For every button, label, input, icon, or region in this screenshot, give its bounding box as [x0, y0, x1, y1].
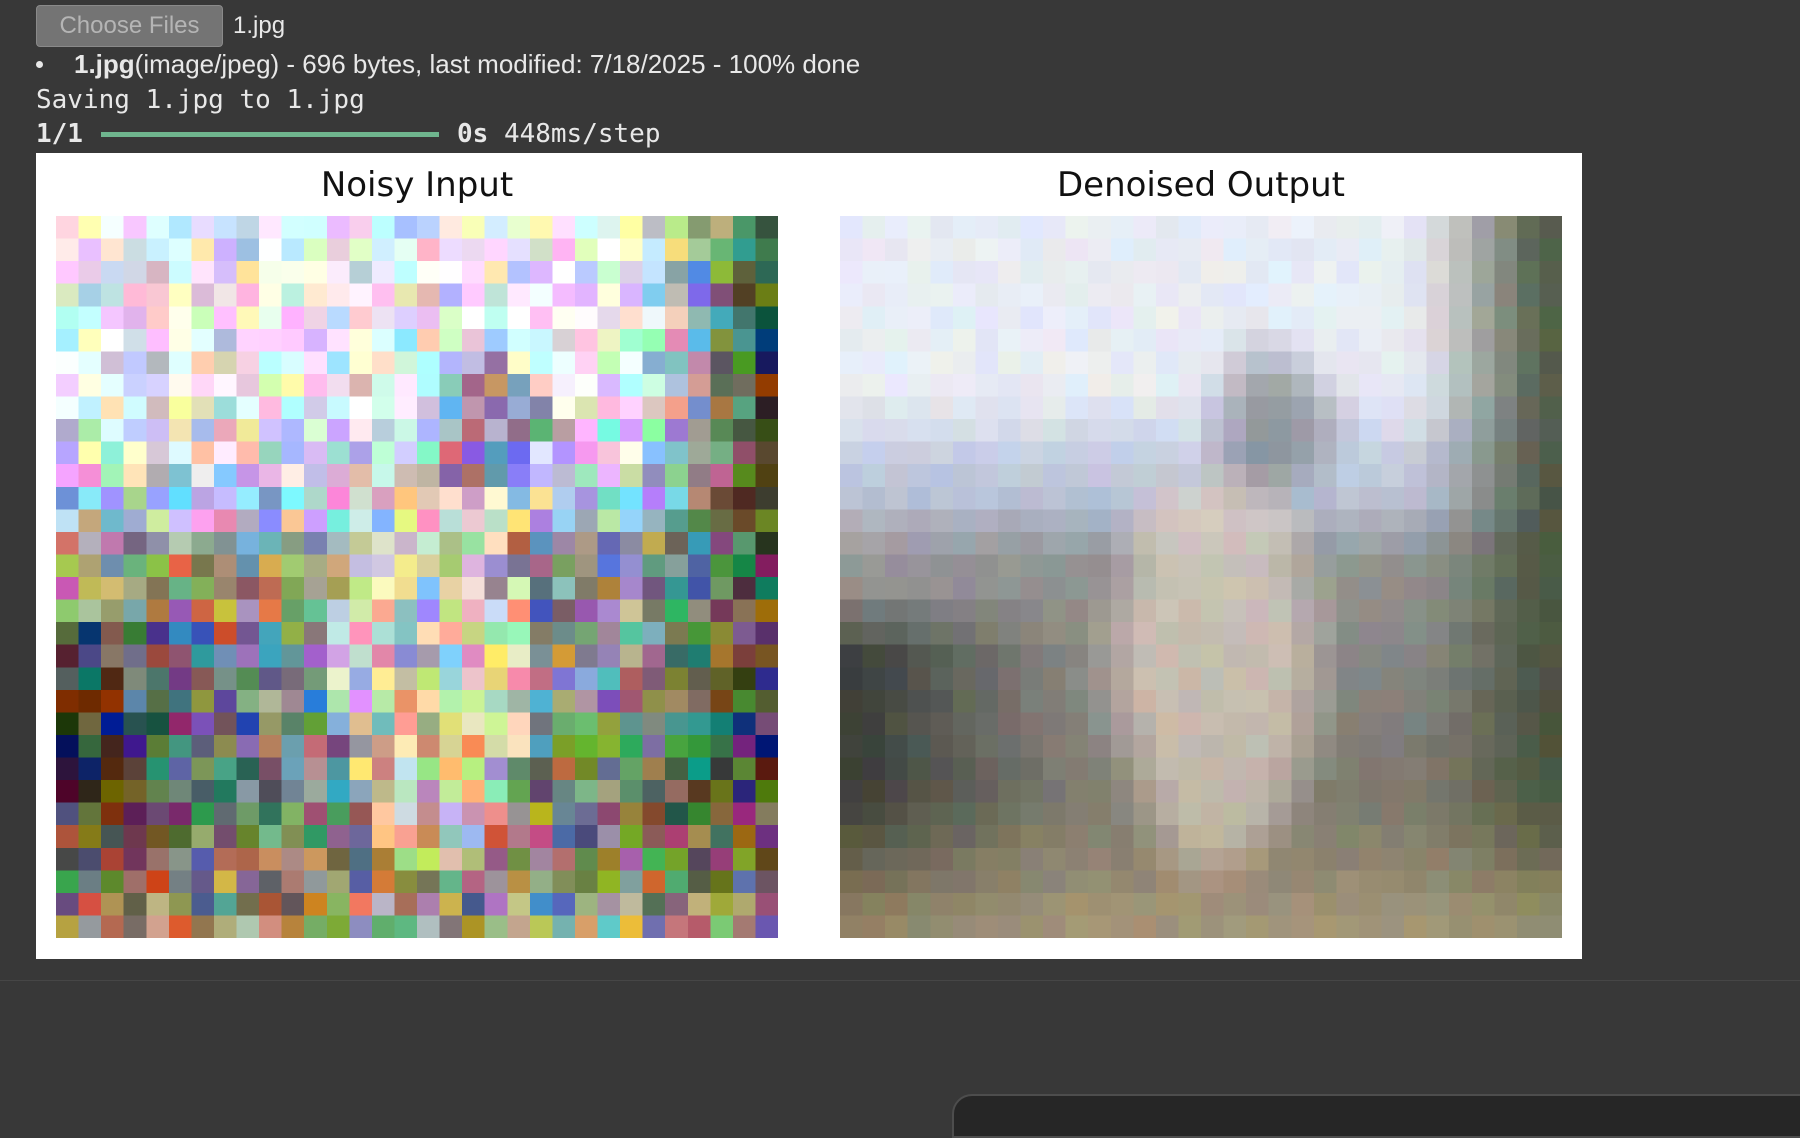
output-divider — [0, 980, 1800, 981]
denoised-output-image — [840, 216, 1562, 938]
selected-file-name: 1.jpg — [233, 12, 286, 39]
floating-panel — [952, 1094, 1800, 1138]
file-upload-row: Choose Files 1.jpg — [36, 4, 285, 48]
prediction-progress-line: 1/1 0s 448ms/step — [36, 116, 660, 152]
uploaded-files-list: 1.jpg(image/jpeg) - 696 bytes, last modi… — [36, 46, 860, 82]
uploaded-file-details: (image/jpeg) - 696 bytes, last modified:… — [134, 49, 861, 79]
progress-bar-fill — [100, 131, 439, 137]
progress-bar — [100, 131, 439, 137]
denoised-output-title: Denoised Output — [1056, 165, 1346, 205]
noisy-input-title: Noisy Input — [320, 165, 514, 205]
output-figure: Noisy Input Denoised Output — [36, 153, 1582, 959]
list-item: 1.jpg(image/jpeg) - 696 bytes, last modi… — [36, 46, 860, 82]
step-time: 448ms/step — [503, 119, 661, 149]
choose-files-button[interactable]: Choose Files — [36, 5, 223, 47]
saving-status-line: Saving 1.jpg to 1.jpg — [36, 85, 365, 115]
elapsed-time: 0s — [456, 119, 489, 149]
step-counter: 1/1 — [36, 119, 83, 149]
cell-output-area: Choose Files 1.jpg 1.jpg(image/jpeg) - 6… — [0, 0, 1800, 980]
uploaded-file-name: 1.jpg — [74, 49, 135, 79]
noisy-input-image — [56, 216, 778, 938]
step-time-spacer — [488, 119, 504, 149]
